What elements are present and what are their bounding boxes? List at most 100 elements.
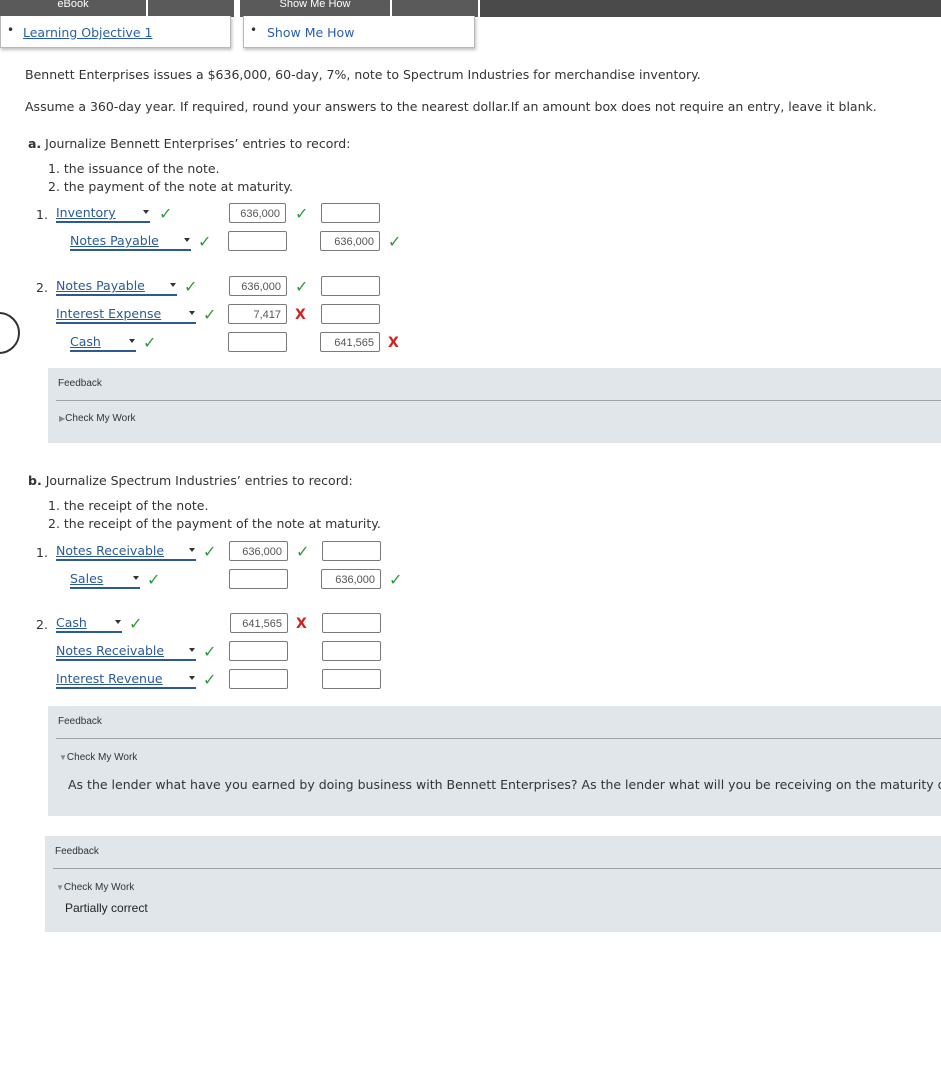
debit-input[interactable]	[229, 569, 288, 589]
credit-input[interactable]	[322, 669, 381, 689]
show-me-how-popup: • Show Me How	[243, 16, 475, 48]
check-icon: ✓	[147, 570, 161, 589]
x-icon: X	[388, 335, 399, 351]
divider	[56, 738, 941, 739]
chevron-down-icon	[170, 283, 176, 287]
credit-input[interactable]: 641,565	[320, 332, 380, 352]
part-b-feedback-panel: Feedback ▼Check My Work As the lender wh…	[48, 706, 941, 816]
check-icon: ✓	[203, 305, 217, 324]
bullet-icon: •	[250, 23, 258, 37]
debit-input[interactable]: 7,417	[228, 304, 287, 324]
check-icon: ✓	[159, 204, 173, 223]
check-icon: ✓	[143, 333, 157, 352]
debit-input[interactable]	[229, 669, 288, 689]
debit-input[interactable]: 636,000	[229, 276, 287, 296]
credit-input[interactable]: 636,000	[321, 569, 381, 589]
check-icon: ✓	[389, 570, 403, 589]
debit-input[interactable]	[228, 231, 287, 251]
x-icon: X	[296, 616, 307, 632]
account-label: Notes Receivable	[56, 543, 165, 558]
account-dropdown[interactable]: Sales	[70, 571, 140, 589]
account-dropdown[interactable]: Interest Revenue	[56, 671, 196, 689]
debit-input[interactable]: 641,565	[230, 613, 288, 633]
check-icon: ✓	[203, 642, 217, 661]
account-label: Sales	[70, 571, 104, 586]
check-icon: ✓	[203, 542, 217, 561]
check-icon: ✓	[129, 614, 143, 633]
credit-input[interactable]: 636,000	[320, 231, 380, 251]
chevron-down-icon	[115, 620, 121, 624]
check-icon: ✓	[388, 232, 402, 251]
learning-objective-popup: • Learning Objective 1	[0, 16, 231, 48]
debit-input[interactable]: 636,000	[229, 541, 288, 561]
part-a-item-2: 2. the payment of the note at maturity.	[48, 179, 293, 194]
ebook-tab[interactable]: eBook	[0, 0, 146, 17]
feedback-header: Feedback	[58, 716, 102, 727]
account-dropdown[interactable]: Cash	[70, 334, 136, 352]
part-a-heading-text: Journalize Bennett Enterprises’ entries …	[45, 136, 351, 151]
account-label: Inventory	[56, 205, 116, 220]
check-my-work-toggle[interactable]: ▼Check My Work	[59, 752, 137, 763]
problem-instructions: Assume a 360-day year. If required, roun…	[25, 99, 877, 114]
check-my-work-toggle[interactable]: ▶Check My Work	[59, 413, 136, 424]
show-me-how-tab[interactable]: Show Me How	[240, 0, 390, 17]
feedback-header: Feedback	[58, 378, 102, 389]
feedback-header: Feedback	[55, 846, 99, 857]
chevron-down-icon	[184, 238, 190, 242]
credit-input[interactable]	[321, 276, 380, 296]
credit-input[interactable]	[322, 613, 381, 633]
debit-input[interactable]	[228, 332, 287, 352]
expanded-arrow-icon: ▼	[56, 883, 64, 892]
side-circle-button[interactable]	[0, 312, 20, 354]
tab-bar-fill	[480, 0, 941, 17]
tab-blank-2[interactable]	[392, 0, 478, 17]
part-b-item-2: 2. the receipt of the payment of the not…	[48, 516, 381, 531]
credit-input[interactable]	[321, 203, 380, 223]
debit-input[interactable]: 636,000	[229, 203, 286, 223]
account-label: Interest Expense	[56, 306, 162, 321]
chevron-down-icon	[133, 576, 139, 580]
bullet-icon: •	[7, 23, 15, 37]
learning-objective-link[interactable]: Learning Objective 1	[23, 25, 152, 40]
ebook-tab-label: eBook	[57, 0, 89, 10]
credit-input[interactable]	[321, 304, 380, 324]
account-dropdown[interactable]: Cash	[56, 615, 122, 633]
credit-input[interactable]	[322, 641, 381, 661]
divider	[56, 400, 941, 401]
account-dropdown[interactable]: Notes Receivable	[56, 643, 196, 661]
check-my-work-label: Check My Work	[66, 752, 138, 763]
feedback-hint: As the lender what have you earned by do…	[68, 777, 941, 792]
part-b-heading-text: Journalize Spectrum Industries’ entries …	[45, 473, 353, 488]
account-dropdown[interactable]: Notes Payable	[70, 233, 191, 251]
credit-input[interactable]	[322, 541, 381, 561]
chevron-down-icon	[143, 210, 149, 214]
chevron-down-icon	[189, 676, 195, 680]
check-icon: ✓	[184, 277, 198, 296]
check-icon: ✓	[198, 232, 212, 251]
check-my-work-toggle[interactable]: ▼Check My Work	[56, 882, 134, 893]
part-a-heading: a. Journalize Bennett Enterprises’ entri…	[28, 136, 350, 151]
entry-number: 1.	[36, 545, 48, 560]
entry-number: 2.	[36, 280, 48, 295]
debit-input[interactable]	[229, 641, 288, 661]
account-dropdown[interactable]: Notes Receivable	[56, 543, 196, 561]
check-icon: ✓	[295, 277, 309, 296]
check-my-work-label: Check My Work	[63, 882, 135, 893]
problem-statement: Bennett Enterprises issues a $636,000, 6…	[25, 67, 701, 82]
part-a-letter: a.	[28, 136, 42, 151]
check-my-work-label: Check My Work	[65, 413, 136, 424]
account-dropdown[interactable]: Interest Expense	[56, 306, 196, 324]
account-label: Cash	[70, 334, 101, 349]
account-dropdown[interactable]: Notes Payable	[56, 278, 177, 296]
entry-number: 1.	[36, 207, 48, 222]
account-label: Notes Payable	[56, 278, 145, 293]
tab-blank-1[interactable]	[148, 0, 234, 17]
chevron-down-icon	[129, 339, 135, 343]
chevron-down-icon	[189, 548, 195, 552]
account-dropdown[interactable]: Inventory	[56, 205, 150, 223]
part-a-item-1: 1. the issuance of the note.	[48, 161, 220, 176]
chevron-down-icon	[189, 648, 195, 652]
show-me-how-link[interactable]: Show Me How	[267, 25, 354, 40]
check-icon: ✓	[203, 670, 217, 689]
part-b-item-1: 1. the receipt of the note.	[48, 498, 209, 513]
